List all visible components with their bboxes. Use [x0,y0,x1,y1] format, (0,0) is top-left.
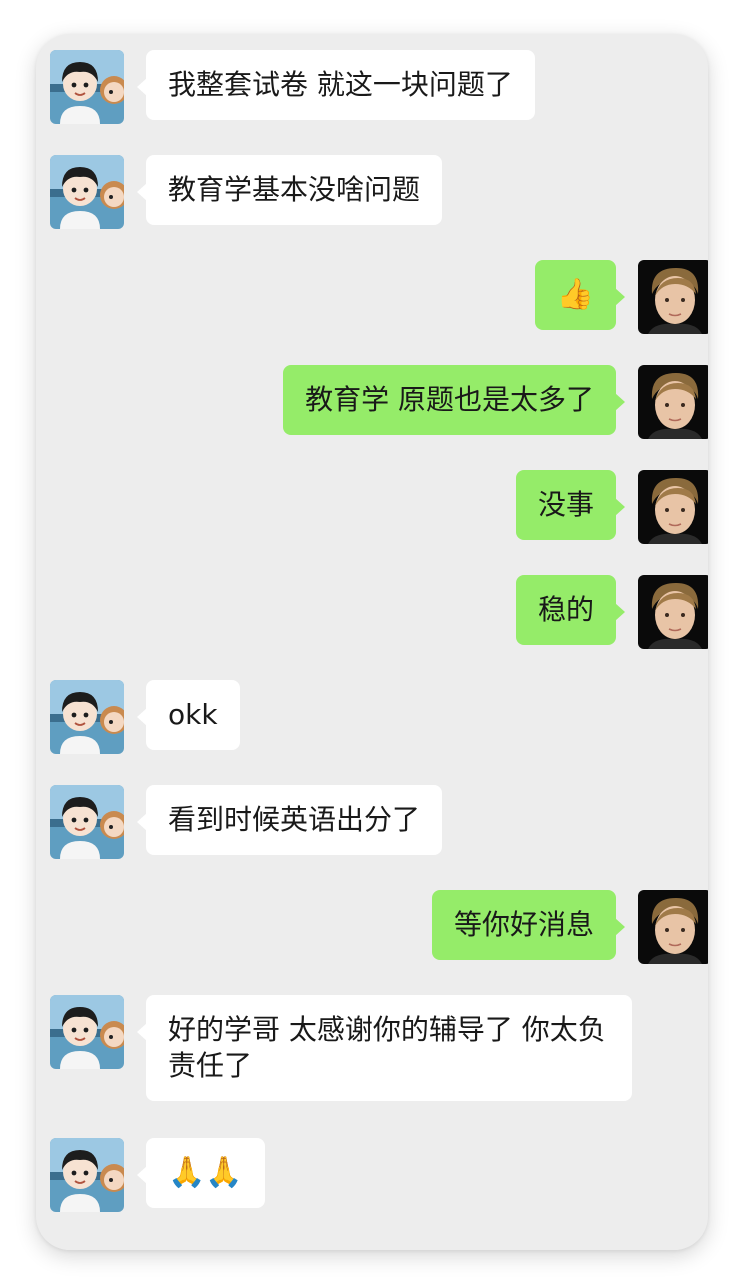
cartoon-couple-avatar-icon [50,995,124,1069]
self-avatar[interactable] [638,470,708,544]
self-avatar[interactable] [638,260,708,334]
message-bubble[interactable]: 🙏🙏 [137,1138,265,1208]
message-row-incoming: 我整套试卷 就这一块问题了 [36,50,708,126]
chat-bottom-edge [36,1234,708,1250]
message-row-outgoing: 等你好消息 [36,890,708,966]
message-bubble[interactable]: 我整套试卷 就这一块问题了 [137,50,535,120]
chat-window: 我整套试卷 就这一块问题了 教育学基本没啥问题 👍 教育学 原题也是太多了 没事… [36,34,708,1250]
message-row-incoming: 🙏🙏 [36,1138,708,1214]
thumbs-up-icon: 👍 [556,277,594,312]
contact-avatar[interactable] [50,785,124,859]
self-avatar[interactable] [638,365,708,439]
cartoon-couple-avatar-icon [50,785,124,859]
message-bubble[interactable]: 等你好消息 [431,890,626,960]
message-bubble[interactable]: 没事 [515,470,626,540]
message-bubble[interactable]: 教育学 原题也是太多了 [283,365,625,435]
message-row-outgoing: 稳的 [36,575,708,651]
message-row-outgoing: 👍 [36,260,708,336]
cartoon-couple-avatar-icon [50,155,124,229]
message-bubble[interactable]: 稳的 [515,575,626,645]
message-row-outgoing: 没事 [36,470,708,546]
portrait-photo-avatar-icon [638,575,708,649]
cartoon-couple-avatar-icon [50,50,124,124]
portrait-photo-avatar-icon [638,470,708,544]
folded-hands-icon: 🙏🙏 [168,1155,243,1190]
contact-avatar[interactable] [50,1138,124,1212]
message-row-outgoing: 教育学 原题也是太多了 [36,365,708,441]
message-row-incoming: 教育学基本没啥问题 [36,155,708,231]
message-row-incoming: 看到时候英语出分了 [36,785,708,861]
contact-avatar[interactable] [50,995,124,1069]
message-bubble[interactable]: okk [137,680,240,750]
cartoon-couple-avatar-icon [50,680,124,754]
self-avatar[interactable] [638,890,708,964]
message-row-incoming: 好的学哥 太感谢你的辅导了 你太负责任了 [36,995,708,1109]
portrait-photo-avatar-icon [638,890,708,964]
contact-avatar[interactable] [50,680,124,754]
portrait-photo-avatar-icon [638,365,708,439]
portrait-photo-avatar-icon [638,260,708,334]
contact-avatar[interactable] [50,155,124,229]
message-bubble[interactable]: 看到时候英语出分了 [136,785,443,855]
self-avatar[interactable] [638,575,708,649]
message-bubble[interactable]: 好的学哥 太感谢你的辅导了 你太负责任了 [137,995,632,1101]
contact-avatar[interactable] [50,50,124,124]
cartoon-couple-avatar-icon [50,1138,124,1212]
message-bubble[interactable]: 👍 [534,260,626,330]
message-bubble[interactable]: 教育学基本没啥问题 [136,155,443,225]
message-row-incoming: okk [36,680,708,756]
